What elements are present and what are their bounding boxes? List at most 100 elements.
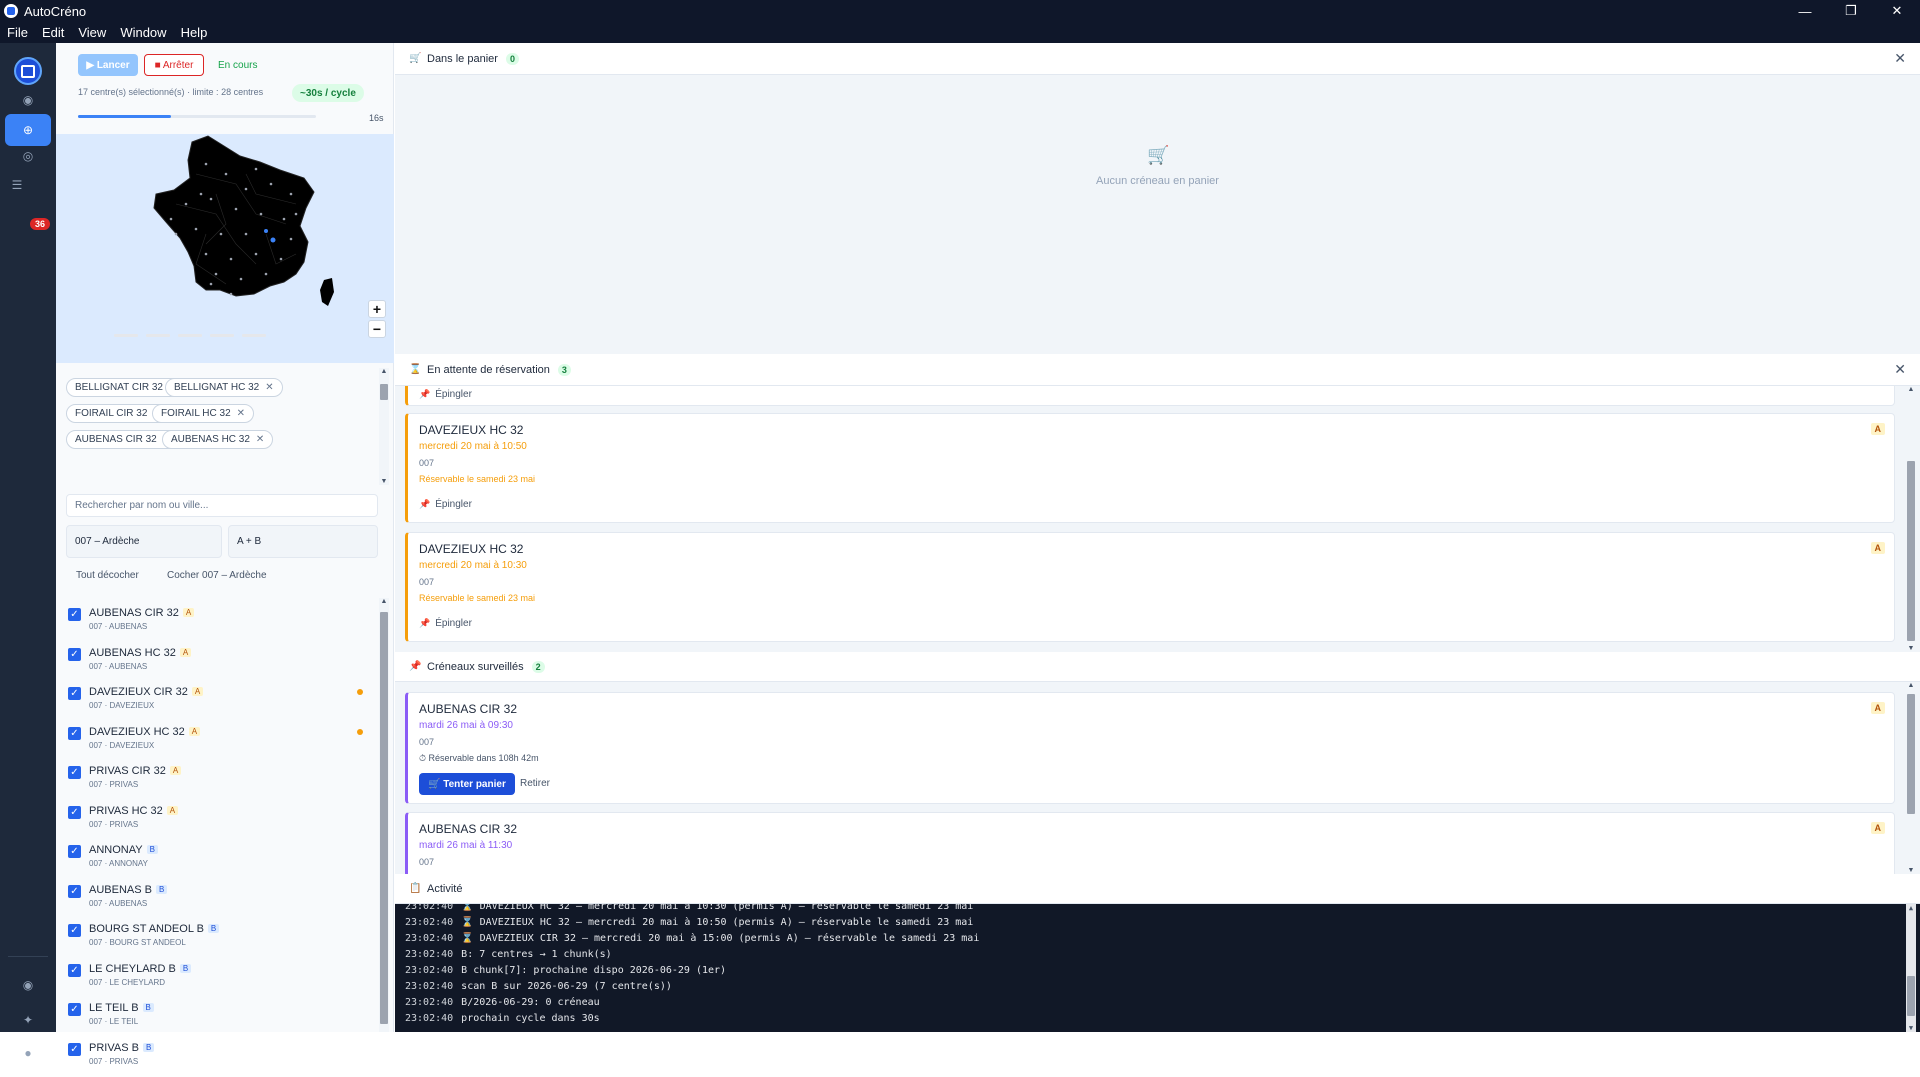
list-icon[interactable]: ☰ (0, 169, 40, 201)
centre-item[interactable]: ✓ PRIVAS HC 32 A 007 · PRIVAS (68, 802, 368, 840)
launch-button[interactable]: ▶ Lancer (78, 54, 138, 76)
remove-chip-icon[interactable]: ✕ (237, 408, 245, 419)
centre-item[interactable]: ✓ ANNONAY B 007 · ANNONAY (68, 841, 368, 879)
eye-icon[interactable]: ◉ (5, 969, 51, 1001)
checkbox[interactable]: ✓ (68, 845, 81, 858)
scroll-down-icon[interactable]: ▼ (1906, 867, 1916, 874)
sparkle-icon[interactable]: ✦ (5, 1004, 51, 1036)
centre-item[interactable]: ✓ DAVEZIEUX HC 32 A 007 · DAVEZIEUX (68, 723, 368, 761)
menu-edit[interactable]: Edit (35, 25, 71, 40)
scroll-down-icon[interactable]: ▼ (1906, 1024, 1916, 1032)
close-window-button[interactable]: ✕ (1874, 0, 1920, 22)
remove-chip-icon[interactable]: ✕ (265, 382, 273, 393)
remove-chip-icon[interactable]: ✕ (256, 434, 264, 445)
checkbox[interactable]: ✓ (68, 1042, 81, 1056)
radar-icon[interactable]: ◉ (5, 84, 51, 116)
scroll-thumb[interactable] (1907, 976, 1915, 1016)
checkbox[interactable]: ✓ (68, 884, 81, 898)
pin-button[interactable]: 📌 Épingler (419, 389, 472, 400)
checkbox[interactable]: ✓ (68, 963, 81, 977)
scroll-thumb[interactable] (380, 612, 388, 1024)
pin-button[interactable]: 📌 Épingler (419, 499, 472, 510)
centre-item[interactable]: ✓ BOURG ST ANDEOL B B 007 · BOURG ST ANDEOL (68, 920, 368, 958)
log-line: 23:02:40 B/2026-06-29: 0 créneau (405, 997, 600, 1008)
scroll-thumb[interactable] (380, 384, 388, 400)
activity-log: ▲ ▼ 23:02:40 ⌛ DAVEZIEUX HC 32 — mercredi… (395, 904, 1920, 1032)
permit-badge: B (142, 1003, 154, 1012)
log-line: 23:02:40 scan B sur 2026-06-29 (7 centre(… (405, 981, 672, 992)
scroll-up-icon[interactable]: ▲ (379, 598, 389, 605)
centre-marker (294, 212, 298, 216)
log-line: 23:02:40 ⌛ DAVEZIEUX HC 32 — mercredi 20 … (405, 917, 974, 928)
pending-scrollbar[interactable]: ▲ ▼ (1906, 386, 1916, 652)
remove-button[interactable]: Retirer (520, 778, 550, 789)
chip[interactable]: BELLIGNAT HC 32 ✕ (165, 378, 283, 397)
chip[interactable]: FOIRAIL HC 32 ✕ (152, 404, 255, 423)
checkbox[interactable]: ✓ (68, 687, 81, 700)
stop-button[interactable]: ■ Arrêter (144, 54, 204, 76)
checkbox[interactable]: ✓ (68, 1003, 81, 1016)
centre-marker (184, 202, 188, 206)
checkbox[interactable]: ✓ (68, 766, 81, 779)
search-input[interactable]: Rechercher par nom ou ville... (66, 494, 378, 517)
permit-badge: A (169, 766, 182, 775)
target-icon[interactable]: ◎ (5, 140, 51, 172)
pin-icon: 📌 (419, 618, 431, 628)
scroll-up-icon[interactable]: ▲ (379, 368, 389, 375)
watched-list: AUBENAS CIR 32 mardi 26 mai à 09:30 007 … (395, 682, 1920, 874)
menu-bar: File Edit View Window Help (0, 22, 1920, 43)
log-scrollbar[interactable]: ▲ ▼ (1906, 904, 1916, 1032)
cart-icon: 🛒 (409, 53, 422, 64)
france-map[interactable]: + − (56, 134, 394, 363)
centre-item[interactable]: ✓ LE CHEYLARD B B 007 · LE CHEYLARD (68, 960, 368, 998)
check-department-button[interactable]: Cocher 007 – Ardèche (167, 570, 267, 581)
menu-window[interactable]: Window (113, 25, 173, 40)
close-icon[interactable]: ✕ (1894, 50, 1906, 67)
centre-item[interactable]: ✓ AUBENAS HC 32 A 007 · AUBENAS (68, 644, 368, 682)
zoom-in-button[interactable]: + (368, 300, 386, 318)
uncheck-all-button[interactable]: Tout décocher (76, 570, 139, 581)
checkbox[interactable]: ✓ (68, 924, 81, 937)
scroll-down-icon[interactable]: ▼ (1906, 645, 1916, 652)
centre-item[interactable]: ✓ LE TEIL B B 007 · LE TEIL (68, 999, 368, 1037)
scroll-up-icon[interactable]: ▲ (1906, 386, 1916, 393)
centre-marker (289, 237, 293, 241)
centre-marker (254, 252, 258, 256)
checkbox[interactable]: ✓ (68, 647, 81, 661)
centre-item[interactable]: ✓ AUBENAS CIR 32 A 007 · AUBENAS (68, 604, 368, 642)
menu-file[interactable]: File (0, 25, 35, 40)
dot-icon[interactable]: ● (5, 1037, 51, 1069)
chip[interactable]: AUBENAS HC 32 ✕ (162, 430, 274, 449)
checkbox[interactable]: ✓ (68, 805, 81, 819)
pending-list: 📌 Épingler DAVEZIEUX HC 32 mercredi 20 ma… (395, 386, 1920, 652)
minimize-button[interactable]: — (1782, 0, 1828, 22)
scroll-up-icon[interactable]: ▲ (1906, 682, 1916, 689)
checkbox[interactable]: ✓ (68, 608, 81, 621)
centre-item[interactable]: ✓ AUBENAS B B 007 · AUBENAS (68, 881, 368, 919)
menu-help[interactable]: Help (174, 25, 215, 40)
department-select[interactable]: 007 – Ardèche (66, 525, 222, 558)
list-scrollbar[interactable]: ▲ (379, 598, 389, 1032)
nav-rail: › ◉ ⊕ ◎ ☰ 36 ◉ ✦ ● (0, 43, 68, 1060)
permit-badge: B (207, 924, 220, 933)
scroll-thumb[interactable] (1907, 461, 1915, 641)
scroll-thumb[interactable] (1907, 694, 1915, 814)
watched-scrollbar[interactable]: ▲ ▼ (1906, 682, 1916, 874)
menu-view[interactable]: View (71, 25, 113, 40)
centre-item[interactable]: ✓ PRIVAS B B 007 · PRIVAS (68, 1039, 368, 1077)
centre-item[interactable]: ✓ DAVEZIEUX CIR 32 A 007 · DAVEZIEUX (68, 683, 368, 721)
zoom-out-button[interactable]: − (368, 320, 386, 338)
maximize-button[interactable]: ❐ (1828, 0, 1874, 22)
pin-button[interactable]: 📌 Épingler (419, 618, 472, 629)
centre-item[interactable]: ✓ PRIVAS CIR 32 A 007 · PRIVAS (68, 762, 368, 800)
try-cart-button[interactable]: 🛒 Tenter panier (419, 773, 515, 795)
checkbox[interactable]: ✓ (68, 726, 81, 740)
centre-marker (239, 277, 243, 281)
scroll-down-icon[interactable]: ▼ (379, 478, 389, 485)
permit-select[interactable]: A + B (228, 525, 378, 558)
map-svg[interactable] (56, 134, 394, 363)
close-icon[interactable]: ✕ (1894, 361, 1906, 378)
log-line: 23:02:40 prochain cycle dans 30s (405, 1013, 600, 1024)
scroll-up-icon[interactable]: ▲ (1906, 904, 1916, 912)
chips-scrollbar[interactable]: ▲ ▼ (379, 368, 389, 485)
